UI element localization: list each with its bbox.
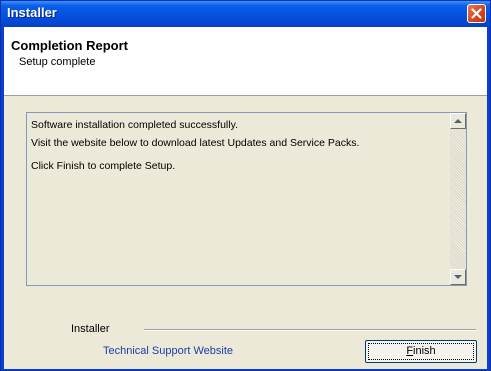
window-title: Installer xyxy=(7,5,57,20)
wizard-header: Completion Report Setup complete xyxy=(4,27,487,96)
message-line: Visit the website below to download late… xyxy=(31,137,360,149)
finish-button[interactable]: Finish xyxy=(365,340,477,363)
page-subtitle: Setup complete xyxy=(19,56,96,68)
arrow-up-icon xyxy=(454,119,462,123)
page-title: Completion Report xyxy=(11,38,128,53)
scroll-up-button[interactable] xyxy=(450,113,466,129)
message-line: Click Finish to complete Setup. xyxy=(31,160,176,172)
scroll-down-button[interactable] xyxy=(450,269,466,285)
message-line: Software installation completed successf… xyxy=(31,119,238,131)
close-x-icon xyxy=(471,8,482,19)
title-bar[interactable]: Installer xyxy=(1,1,490,27)
completion-message-box[interactable]: Software installation completed successf… xyxy=(26,112,467,286)
finish-label-rest: inish xyxy=(413,345,436,357)
dialog-body: Completion Report Setup complete Softwar… xyxy=(4,27,487,369)
close-button[interactable] xyxy=(467,4,486,23)
footer-divider xyxy=(144,329,476,331)
finish-button-label: Finish xyxy=(406,345,435,357)
installer-window: Installer Completion Report Setup comple… xyxy=(0,0,491,371)
technical-support-link[interactable]: Technical Support Website xyxy=(103,345,233,357)
arrow-down-icon xyxy=(454,275,462,279)
installer-group-label: Installer xyxy=(71,323,110,335)
vertical-scrollbar[interactable] xyxy=(450,113,466,285)
